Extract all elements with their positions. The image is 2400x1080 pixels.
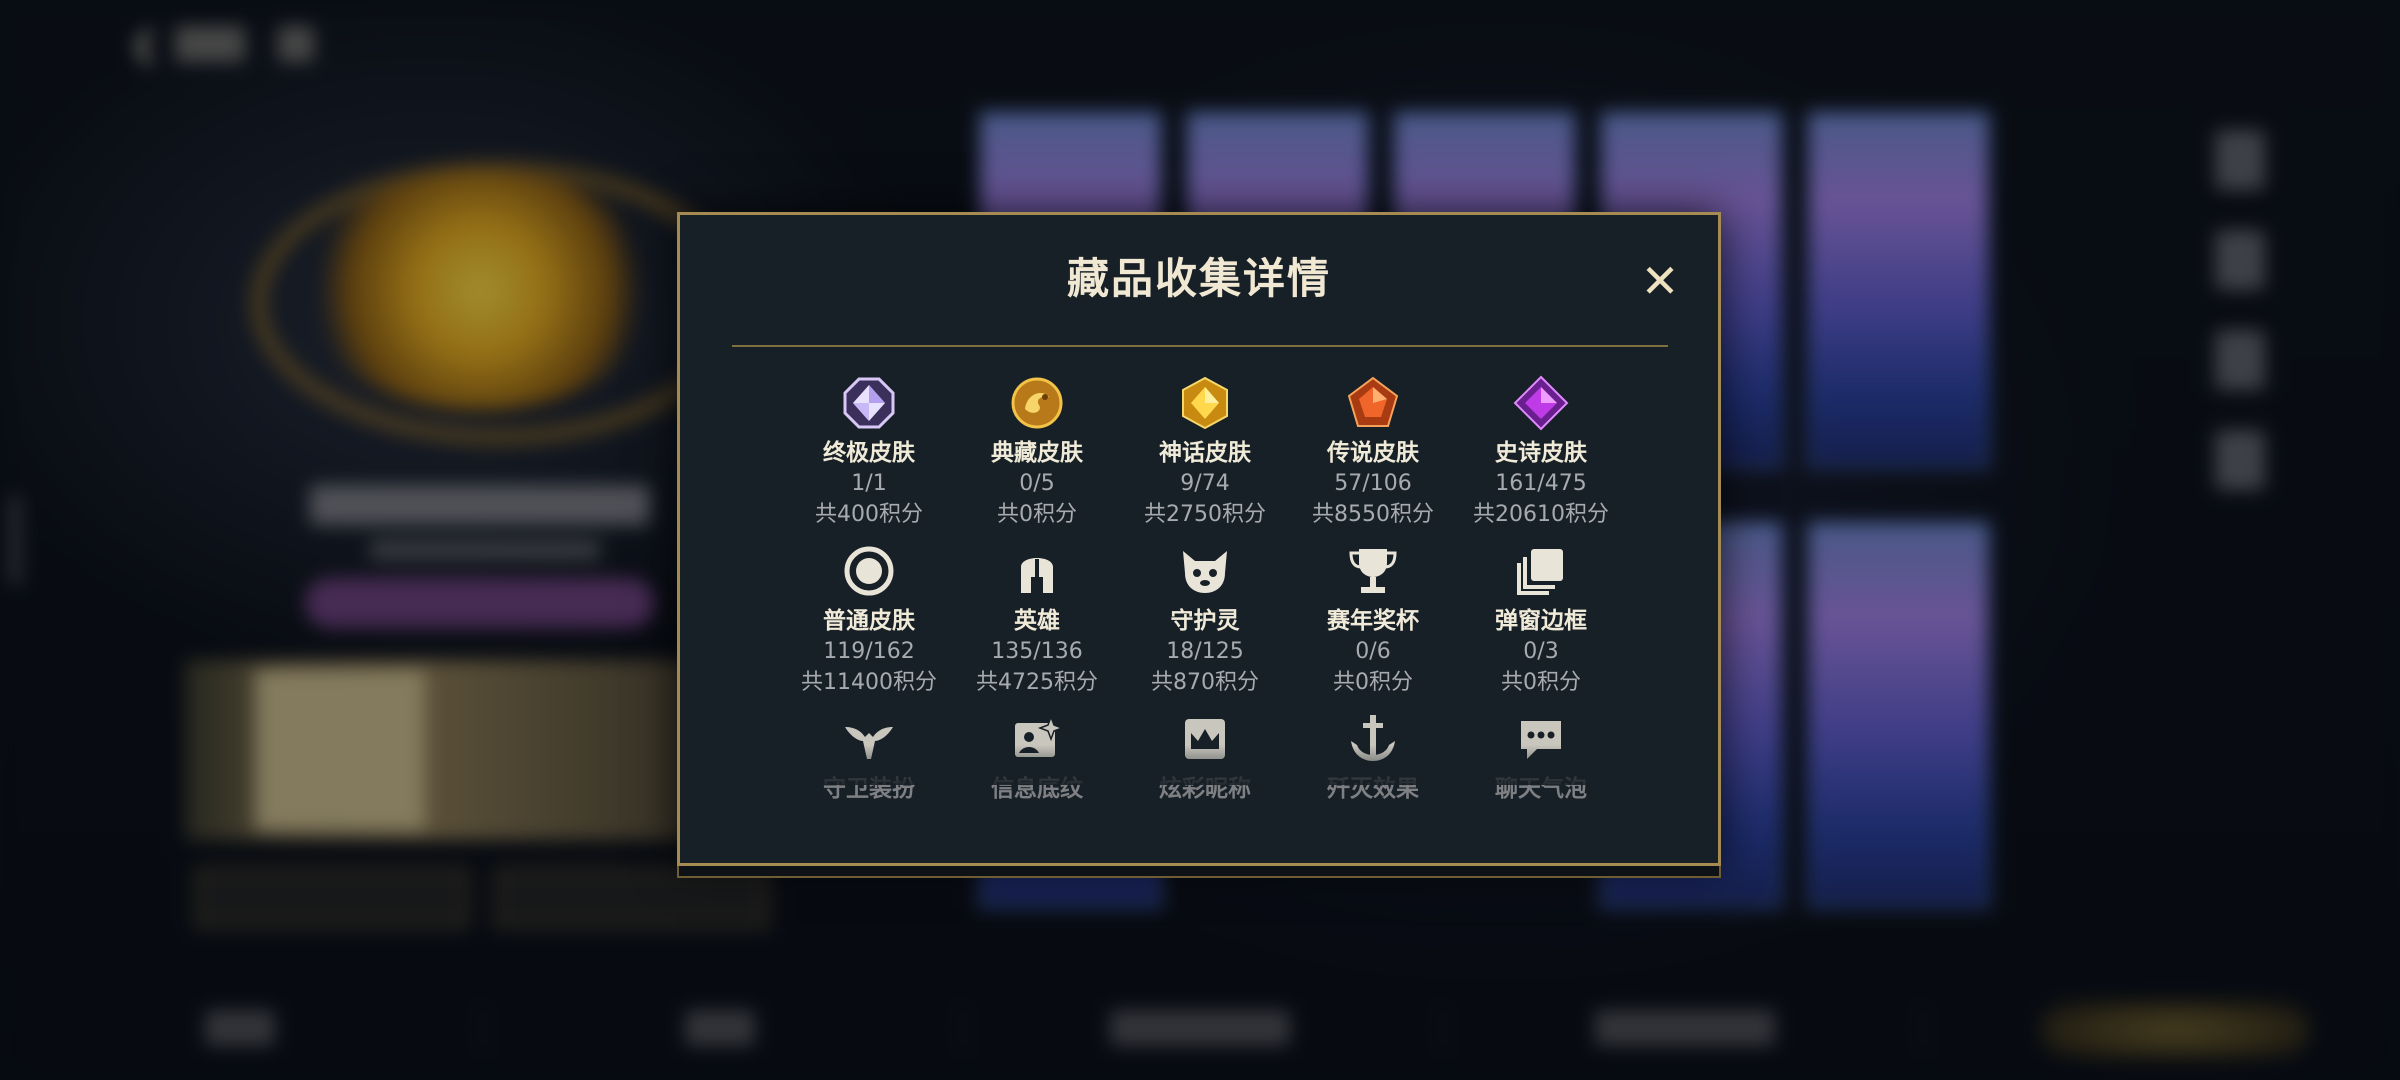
collection-item-season-trophy[interactable]: 赛年奖杯 0/6 共0积分 (1289, 543, 1457, 699)
item-points: 共8550积分 (1312, 502, 1434, 527)
item-count: 0/3 (1523, 639, 1559, 664)
item-name: 赛年奖杯 (1327, 608, 1419, 634)
item-count: 119/162 (823, 639, 915, 664)
stacked-frames-icon (1517, 549, 1563, 595)
item-count: 0/5 (1019, 471, 1055, 496)
item-name: 传说皮肤 (1327, 440, 1419, 466)
title-divider (732, 345, 1668, 347)
item-count: 1/1 (851, 471, 887, 496)
item-name: 英雄 (1014, 608, 1060, 634)
item-points: 共0积分 (1501, 670, 1581, 695)
collection-details-modal: 藏品收集详情 ✕ 终极皮肤 1/1 共400积分 典藏皮肤 0/5 共0积分 神… (677, 212, 1721, 866)
purple-diamond-gem-icon (1513, 375, 1569, 431)
collection-item-treasure-skin[interactable]: 典藏皮肤 0/5 共0积分 (953, 375, 1121, 531)
helmet-icon (1021, 558, 1053, 593)
item-points: 共11400积分 (801, 670, 937, 695)
item-name: 守护灵 (1170, 608, 1240, 634)
gold-hexagon-gem-icon (1182, 376, 1228, 430)
item-count: 18/125 (1166, 639, 1244, 664)
collection-item-popup-frame[interactable]: 弹窗边框 0/3 共0积分 (1457, 543, 1625, 699)
collection-item-epic-skin[interactable]: 史诗皮肤 161/475 共20610积分 (1457, 375, 1625, 531)
item-count: 161/475 (1495, 471, 1587, 496)
collection-item-ultimate-skin[interactable]: 终极皮肤 1/1 共400积分 (785, 375, 953, 531)
item-points: 共400积分 (815, 502, 923, 527)
collection-item-legendary-skin[interactable]: 传说皮肤 57/106 共8550积分 (1289, 375, 1457, 531)
item-points: 共870积分 (1151, 670, 1259, 695)
collection-item-guardian[interactable]: 守护灵 18/125 共870积分 (1121, 543, 1289, 699)
item-name: 弹窗边框 (1495, 608, 1587, 634)
modal-title: 藏品收集详情 (1066, 254, 1331, 303)
item-count: 57/106 (1334, 471, 1412, 496)
collection-item-hero[interactable]: 英雄 135/136 共4725积分 (953, 543, 1121, 699)
orange-pentagon-gem-icon (1347, 376, 1399, 427)
trophy-icon (1349, 549, 1397, 593)
item-name: 史诗皮肤 (1495, 440, 1587, 466)
ring-circle-icon (844, 546, 894, 596)
item-points: 共20610积分 (1473, 502, 1609, 527)
item-name: 普通皮肤 (823, 608, 915, 634)
dragon-medal-icon (1011, 377, 1063, 429)
item-count: 9/74 (1180, 471, 1230, 496)
item-count: 0/6 (1355, 639, 1391, 664)
crystal-octagon-icon (843, 377, 895, 429)
collection-item-mythic-skin[interactable]: 神话皮肤 9/74 共2750积分 (1121, 375, 1289, 531)
item-points: 共4725积分 (976, 670, 1098, 695)
collection-item-normal-skin[interactable]: 普通皮肤 119/162 共11400积分 (785, 543, 953, 699)
guardian-pet-icon (1183, 551, 1227, 593)
item-points: 共0积分 (997, 502, 1077, 527)
item-name: 神话皮肤 (1159, 440, 1251, 466)
item-points: 共2750积分 (1144, 502, 1266, 527)
close-button[interactable]: ✕ (1638, 258, 1682, 304)
item-name: 终极皮肤 (823, 440, 915, 466)
item-name: 典藏皮肤 (991, 440, 1083, 466)
scroll-fade (680, 745, 1718, 785)
item-points: 共0积分 (1333, 670, 1413, 695)
item-count: 135/136 (991, 639, 1083, 664)
